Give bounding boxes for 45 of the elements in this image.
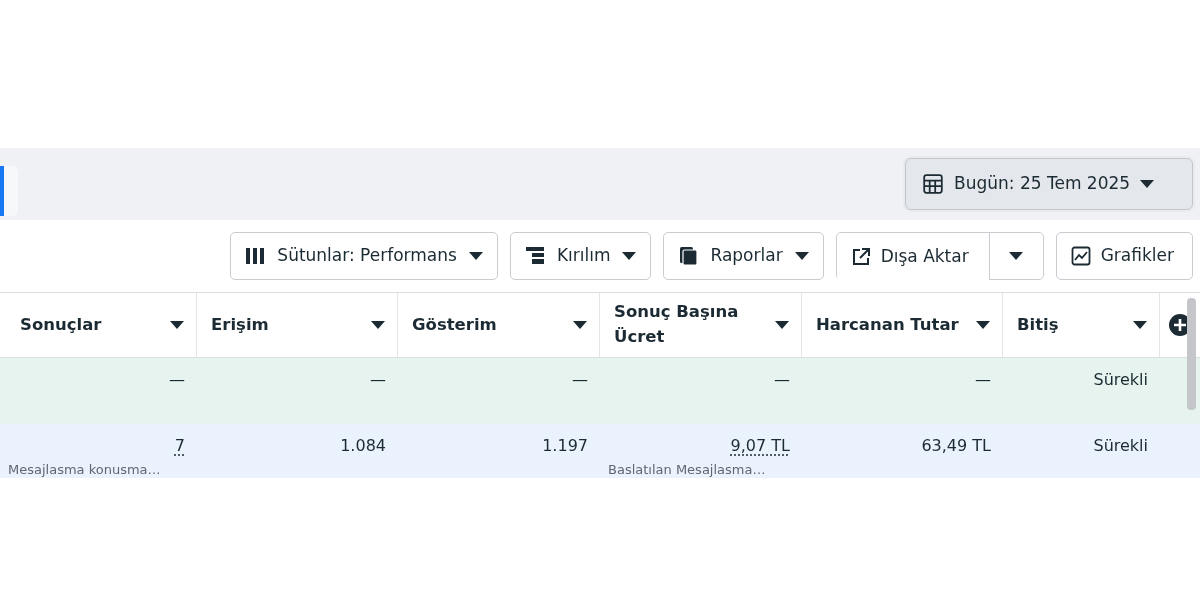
export-button[interactable]: Dışa Aktar: [836, 233, 989, 281]
caret-icon: [170, 321, 184, 329]
caret-icon: [1133, 321, 1147, 329]
column-header[interactable]: Sonuçlar: [0, 293, 197, 357]
table-cell-text: —: [572, 369, 588, 391]
dropdown-button[interactable]: Sütunlar: Performans: [230, 232, 498, 280]
table-cell[interactable]: 7: [174, 434, 185, 458]
caret-icon: [468, 252, 483, 260]
table-cell-text: —: [370, 369, 386, 391]
dropdown-button[interactable]: Kırılım: [509, 232, 652, 280]
date-range-button[interactable]: Bugün: 25 Tem 2025: [905, 158, 1193, 210]
table-cell[interactable]: 9,07 TL: [730, 434, 790, 458]
table-cell-text: Sürekli: [1093, 435, 1148, 457]
cell-caption: Baslatılan Mesajlasma…: [608, 461, 767, 479]
caret-icon: [1140, 180, 1155, 188]
table-cell-text: Sürekli: [1093, 369, 1148, 391]
table-cell-text: 1.197: [542, 435, 588, 457]
column-header[interactable]: Erişim: [197, 293, 398, 357]
caret-icon: [371, 321, 385, 329]
reports-icon: [678, 246, 699, 266]
table-cell-text: —: [169, 369, 185, 391]
table-cell-text: —: [774, 369, 790, 391]
caret-icon: [775, 321, 789, 329]
external-link-icon: [850, 247, 871, 267]
column-header[interactable]: Sonuç Başına Ücret: [600, 293, 802, 357]
dropdown-button[interactable]: Raporlar: [663, 232, 824, 280]
table-cell-text: —: [975, 369, 991, 391]
charts-button[interactable]: Grafikler: [1055, 232, 1193, 280]
caret-icon: [976, 321, 990, 329]
cell-caption: Mesajlasma konusma…: [8, 461, 162, 479]
caret-icon: [794, 252, 809, 260]
columns-icon: [245, 246, 266, 266]
dropdown-toggle[interactable]: [988, 233, 1043, 279]
caret-icon: [573, 321, 587, 329]
table-cell-text: 1.084: [340, 435, 386, 457]
caret-icon: [622, 252, 637, 260]
caret-icon: [1009, 252, 1024, 260]
scrollbar[interactable]: [1187, 298, 1196, 410]
line-chart-icon: [1070, 246, 1091, 266]
table-cell-text: 63,49 TL: [921, 435, 991, 457]
column-header[interactable]: Harcanan Tutar: [802, 293, 1003, 357]
column-header[interactable]: Gösterim: [398, 293, 600, 357]
breakdown-icon: [524, 246, 545, 266]
calendar-icon: [922, 173, 944, 195]
column-header[interactable]: Bitiş: [1003, 293, 1160, 357]
